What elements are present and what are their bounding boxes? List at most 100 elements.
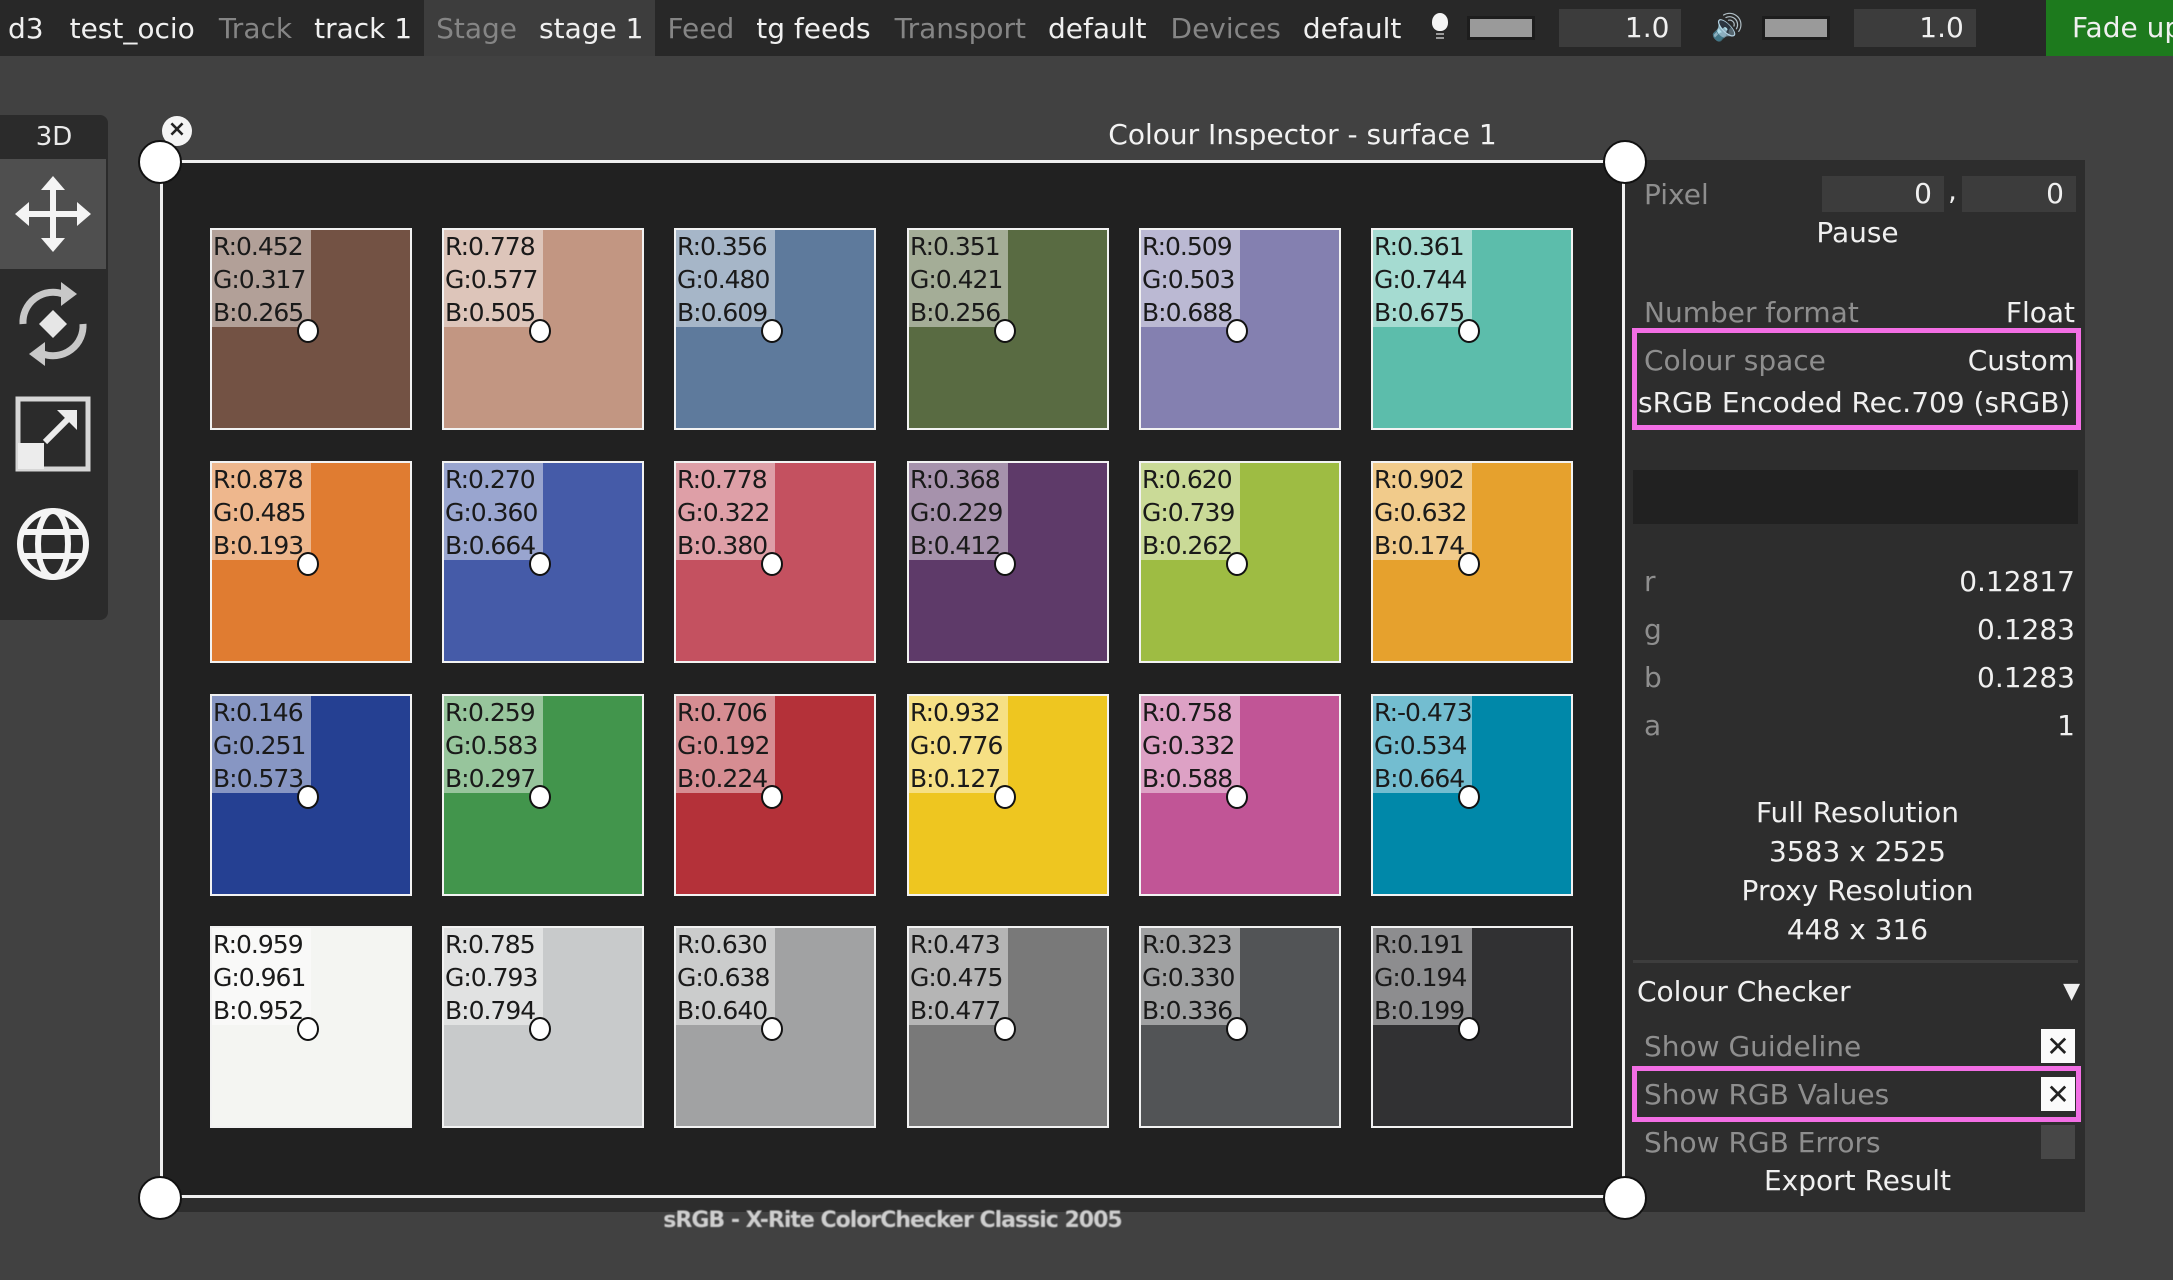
- corner-handle-bottom-right[interactable]: [1603, 1176, 1647, 1220]
- move-tool-button[interactable]: [0, 159, 106, 269]
- pixel-y-input[interactable]: 0: [1962, 176, 2076, 212]
- collapse-triangle-icon[interactable]: ▼: [2063, 979, 2080, 1004]
- sample-point-handle[interactable]: [1226, 552, 1248, 576]
- corner-handle-bottom-left[interactable]: [138, 1176, 182, 1220]
- colour-patch[interactable]: R:0.758 G:0.332 B:0.588: [1139, 694, 1341, 896]
- colour-space-value[interactable]: Custom: [1968, 344, 2075, 377]
- colour-patch[interactable]: R:0.323 G:0.330 B:0.336: [1139, 926, 1341, 1128]
- colour-patch[interactable]: R:0.630 G:0.638 B:0.640: [674, 926, 876, 1128]
- fade-up-button[interactable]: Fade up: [2046, 0, 2173, 56]
- sample-point-handle[interactable]: [1226, 1017, 1248, 1041]
- feed-selector[interactable]: Feed tg feeds: [655, 0, 882, 56]
- sample-point-handle[interactable]: [529, 319, 551, 343]
- sample-point-handle[interactable]: [994, 552, 1016, 576]
- colour-patch[interactable]: R:-0.473 G:0.534 B:0.664: [1371, 694, 1573, 896]
- colour-checker-section-header[interactable]: Colour Checker ▼: [1630, 966, 2080, 1016]
- sample-point-handle[interactable]: [297, 1017, 319, 1041]
- sample-point-handle[interactable]: [1458, 1017, 1480, 1041]
- colour-patch[interactable]: R:0.361 G:0.744 B:0.675: [1371, 228, 1573, 430]
- colour-patch[interactable]: R:0.356 G:0.480 B:0.609: [674, 228, 876, 430]
- colour-patch[interactable]: R:0.270 G:0.360 B:0.664: [442, 461, 644, 663]
- track-selector[interactable]: Track track 1: [207, 0, 424, 56]
- sample-point-handle[interactable]: [761, 1017, 783, 1041]
- pause-button[interactable]: Pause: [1630, 216, 2085, 249]
- sample-point-handle[interactable]: [1458, 319, 1480, 343]
- globe-tool-button[interactable]: [0, 489, 106, 599]
- brightness-slider[interactable]: [1467, 16, 1536, 40]
- patch-g-value: G:0.503: [1142, 265, 1235, 294]
- colour-patch[interactable]: R:0.778 G:0.577 B:0.505: [442, 228, 644, 430]
- patch-b-value: B:0.199: [1374, 996, 1465, 1025]
- channel-label: a: [1644, 708, 1662, 742]
- colour-patch[interactable]: R:0.706 G:0.192 B:0.224: [674, 694, 876, 896]
- volume-slider[interactable]: [1761, 16, 1830, 40]
- colour-patch[interactable]: R:0.932 G:0.776 B:0.127: [907, 694, 1109, 896]
- sample-point-handle[interactable]: [1226, 319, 1248, 343]
- number-format-value[interactable]: Float: [2006, 296, 2075, 329]
- colour-patch[interactable]: R:0.452 G:0.317 B:0.265: [210, 228, 412, 430]
- show-rgb-values-row[interactable]: Show RGB Values ✕: [1630, 1072, 2075, 1116]
- colour-patch[interactable]: R:0.959 G:0.961 B:0.952: [210, 926, 412, 1128]
- colour-patch[interactable]: R:0.785 G:0.793 B:0.794: [442, 926, 644, 1128]
- stage-selector[interactable]: Stage stage 1: [424, 0, 656, 56]
- sample-point-handle[interactable]: [994, 319, 1016, 343]
- sample-point-handle[interactable]: [994, 785, 1016, 809]
- project-name[interactable]: test_ocio: [70, 12, 207, 45]
- colour-space-row[interactable]: Colour space Custom: [1630, 340, 2075, 380]
- patch-g-value: G:0.534: [1374, 731, 1467, 760]
- colour-patch[interactable]: R:0.146 G:0.251 B:0.573: [210, 694, 412, 896]
- export-result-button[interactable]: Export Result: [1630, 1164, 2085, 1197]
- corner-handle-top-left[interactable]: [138, 140, 182, 184]
- sample-point-handle[interactable]: [529, 785, 551, 809]
- show-guideline-checkbox[interactable]: ✕: [2041, 1029, 2075, 1063]
- colour-patch[interactable]: R:0.878 G:0.485 B:0.193: [210, 461, 412, 663]
- transport-value[interactable]: default: [1048, 12, 1147, 45]
- patch-g-value: G:0.360: [445, 498, 538, 527]
- number-format-row[interactable]: Number format Float: [1630, 292, 2075, 332]
- sample-point-handle[interactable]: [1458, 785, 1480, 809]
- patch-rgb-values: R:0.785 G:0.793 B:0.794: [444, 928, 543, 1025]
- show-guideline-row[interactable]: Show Guideline ✕: [1630, 1024, 2075, 1068]
- track-value[interactable]: track 1: [314, 12, 412, 45]
- colour-patch[interactable]: R:0.368 G:0.229 B:0.412: [907, 461, 1109, 663]
- show-rgb-errors-checkbox[interactable]: [2041, 1125, 2075, 1159]
- show-rgb-errors-row[interactable]: Show RGB Errors: [1630, 1120, 2075, 1164]
- feed-value[interactable]: tg feeds: [756, 12, 870, 45]
- checker-viewport[interactable]: R:0.452 G:0.317 B:0.265 R:0.778 G:0.577 B:0.5…: [160, 160, 1625, 1198]
- sample-point-handle[interactable]: [297, 319, 319, 343]
- colour-space-name[interactable]: sRGB Encoded Rec.709 (sRGB): [1638, 386, 2070, 419]
- sample-point-handle[interactable]: [994, 1017, 1016, 1041]
- sample-point-handle[interactable]: [297, 785, 319, 809]
- window-titlebar[interactable]: Colour Inspector - surface 1: [160, 110, 2085, 160]
- devices-selector[interactable]: Devices default: [1159, 0, 1414, 56]
- volume-value[interactable]: 1.0: [1853, 9, 1976, 47]
- sampled-colour-swatch: [1633, 470, 2078, 524]
- sample-point-handle[interactable]: [297, 552, 319, 576]
- patch-b-value: B:0.336: [1142, 996, 1233, 1025]
- sample-point-handle[interactable]: [529, 1017, 551, 1041]
- transport-selector[interactable]: Transport default: [883, 0, 1159, 56]
- scale-tool-button[interactable]: [0, 379, 106, 489]
- show-rgb-values-checkbox[interactable]: ✕: [2041, 1077, 2075, 1111]
- pixel-x-input[interactable]: 0: [1822, 176, 1944, 212]
- colour-patch[interactable]: R:0.191 G:0.194 B:0.199: [1371, 926, 1573, 1128]
- colour-patch[interactable]: R:0.778 G:0.322 B:0.380: [674, 461, 876, 663]
- devices-value[interactable]: default: [1303, 12, 1402, 45]
- colour-patch[interactable]: R:0.259 G:0.583 B:0.297: [442, 694, 644, 896]
- sample-point-handle[interactable]: [1226, 785, 1248, 809]
- colour-patch[interactable]: R:0.473 G:0.475 B:0.477: [907, 926, 1109, 1128]
- sample-point-handle[interactable]: [761, 552, 783, 576]
- colour-patch[interactable]: R:0.902 G:0.632 B:0.174: [1371, 461, 1573, 663]
- colour-patch[interactable]: R:0.509 G:0.503 B:0.688: [1139, 228, 1341, 430]
- sample-point-handle[interactable]: [761, 785, 783, 809]
- rotate-tool-button[interactable]: [0, 269, 106, 379]
- sample-point-handle[interactable]: [529, 552, 551, 576]
- app-name: d3: [8, 11, 44, 45]
- sample-point-handle[interactable]: [1458, 552, 1480, 576]
- brightness-value[interactable]: 1.0: [1559, 9, 1682, 47]
- corner-handle-top-right[interactable]: [1603, 140, 1647, 184]
- stage-value[interactable]: stage 1: [539, 12, 643, 45]
- colour-patch[interactable]: R:0.620 G:0.739 B:0.262: [1139, 461, 1341, 663]
- colour-patch[interactable]: R:0.351 G:0.421 B:0.256: [907, 228, 1109, 430]
- sample-point-handle[interactable]: [761, 319, 783, 343]
